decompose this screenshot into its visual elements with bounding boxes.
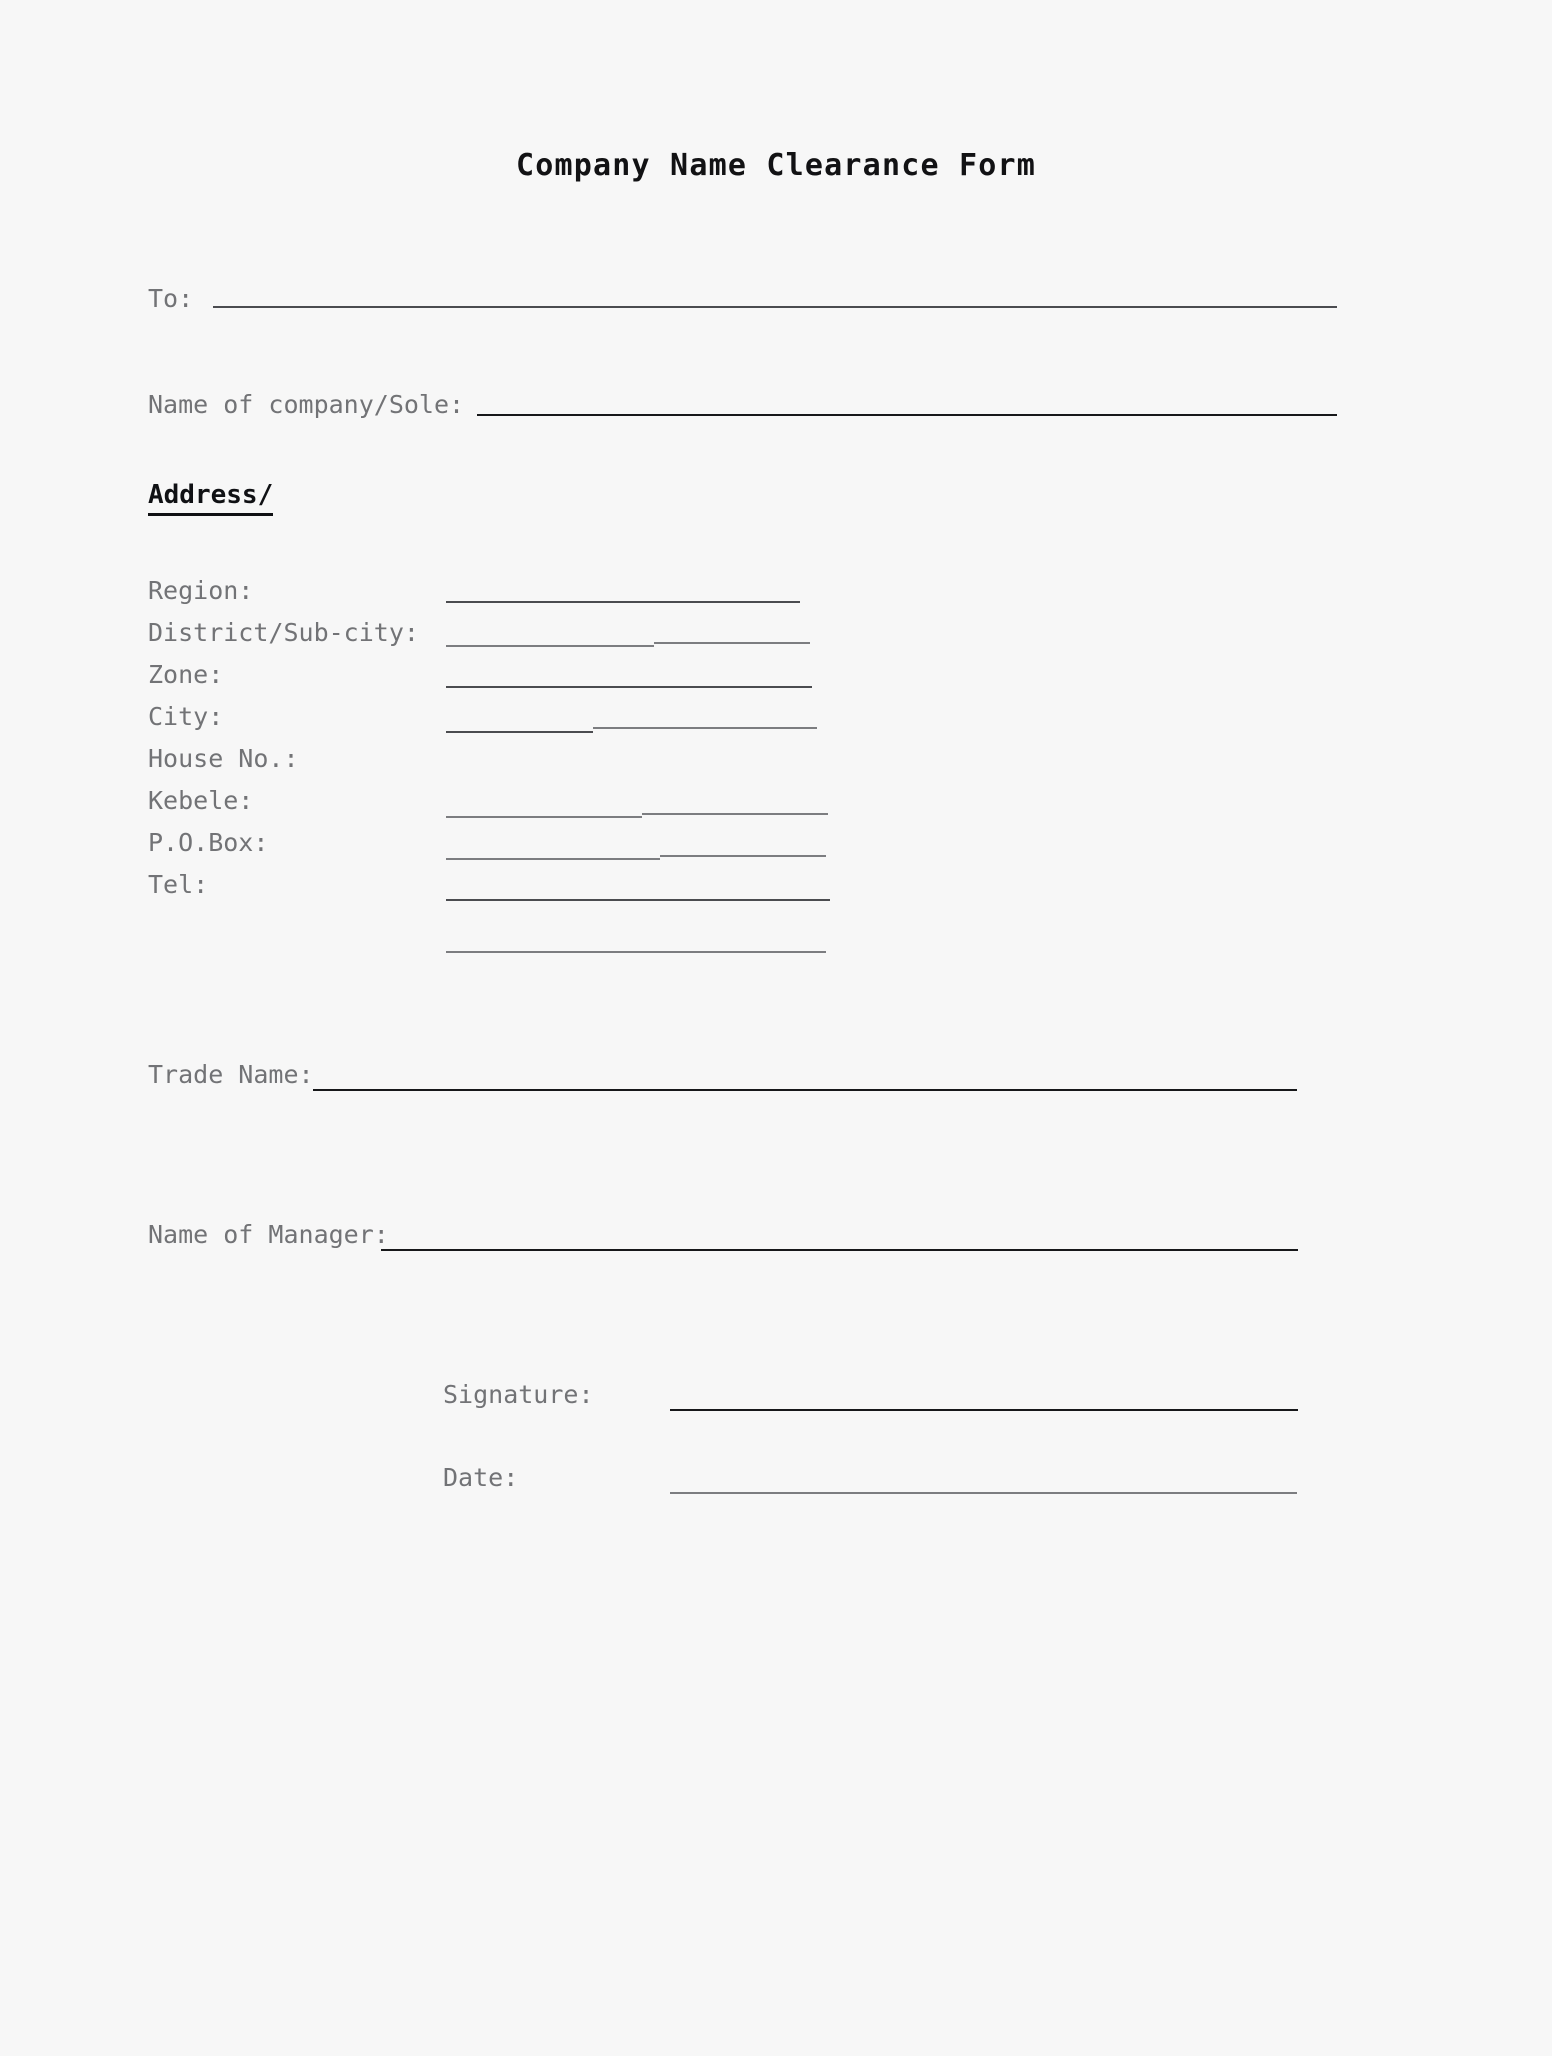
field-input-region[interactable] <box>446 601 800 603</box>
field-input-to[interactable] <box>213 306 1337 308</box>
field-input-kebele-a[interactable] <box>446 858 660 860</box>
field-label-zone: Zone: <box>148 660 224 689</box>
field-label-city: City: <box>148 702 224 731</box>
section-heading-address-text: Address/ <box>148 480 274 516</box>
field-label-to: To: <box>148 284 194 313</box>
field-label-name-of-manager: Name of Manager: <box>148 1220 389 1249</box>
field-label-name-of-company: Name of company/Sole: <box>148 390 465 419</box>
field-input-zone[interactable] <box>446 686 812 688</box>
field-input-house-no-a[interactable] <box>446 816 642 818</box>
field-label-house-no: House No.: <box>148 744 299 773</box>
field-label-po-box: P.O.Box: <box>148 828 269 857</box>
form-page: Company Name Clearance Form To: Name of … <box>0 0 1552 2056</box>
field-input-house-no-b[interactable] <box>642 813 828 815</box>
field-input-po-box[interactable] <box>446 899 830 901</box>
field-input-tel[interactable] <box>446 951 826 953</box>
field-input-district-subcity-b[interactable] <box>654 642 810 644</box>
field-label-region: Region: <box>148 576 254 605</box>
field-input-city-a[interactable] <box>446 731 593 733</box>
section-heading-address: Address/ <box>148 480 274 516</box>
field-label-district-subcity: District/Sub-city: <box>148 618 419 647</box>
field-input-kebele-b[interactable] <box>660 855 826 857</box>
field-input-date[interactable] <box>670 1492 1297 1494</box>
field-input-city-b[interactable] <box>593 727 817 729</box>
field-input-name-of-company[interactable] <box>477 414 1337 416</box>
page-title: Company Name Clearance Form <box>515 148 1037 183</box>
field-label-tel: Tel: <box>148 870 209 899</box>
field-input-signature[interactable] <box>670 1409 1298 1411</box>
field-input-district-subcity-a[interactable] <box>446 645 654 647</box>
field-label-signature: Signature: <box>443 1380 594 1409</box>
field-input-name-of-manager[interactable] <box>381 1249 1298 1251</box>
field-label-kebele: Kebele: <box>148 786 254 815</box>
field-label-trade-name: Trade Name: <box>148 1060 314 1089</box>
field-label-date: Date: <box>443 1463 519 1492</box>
field-input-trade-name[interactable] <box>313 1089 1297 1091</box>
